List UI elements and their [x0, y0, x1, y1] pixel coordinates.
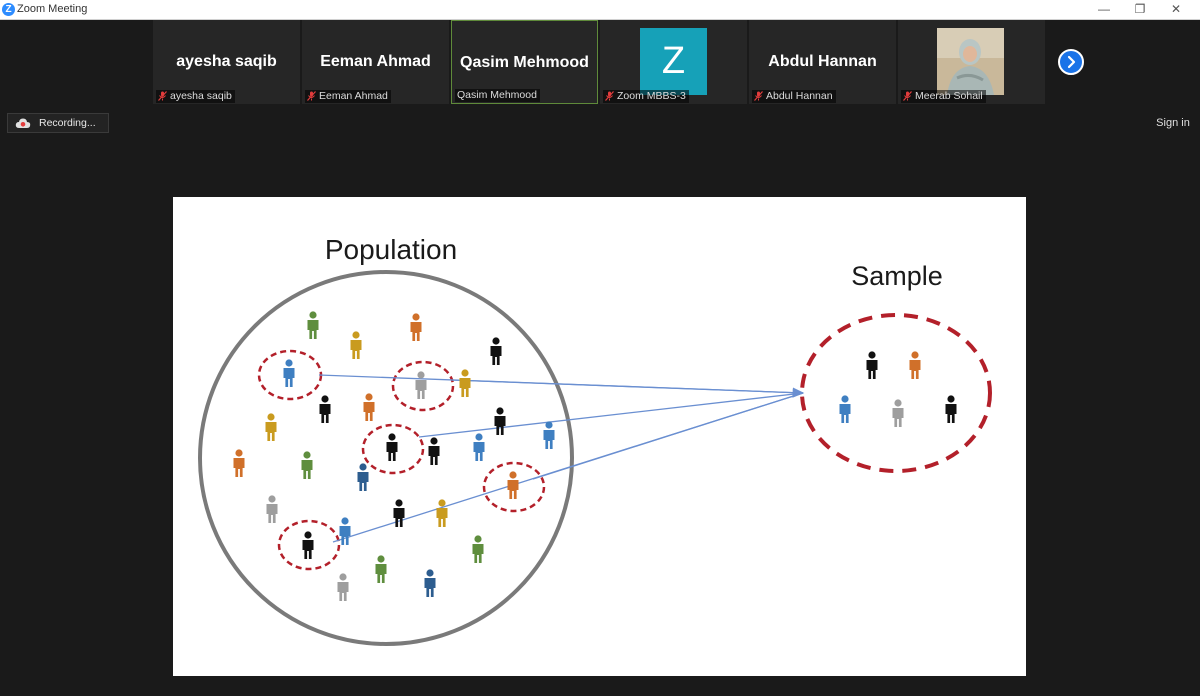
- participant-label-text: Qasim Mehmood: [457, 89, 537, 101]
- next-participants-button[interactable]: [1058, 49, 1084, 75]
- person-icon: [866, 351, 878, 379]
- participant-tile-ayesha-saqib[interactable]: ayesha saqib ayesha saqib: [153, 20, 300, 104]
- mic-muted-icon: [903, 91, 912, 102]
- participant-label: Eeman Ahmad: [305, 90, 391, 103]
- participant-label-text: Meerab Sohail: [915, 90, 983, 102]
- person-icon: [363, 393, 375, 421]
- person-icon: [494, 407, 506, 435]
- population-title: Population: [325, 234, 457, 265]
- person-icon: [459, 369, 471, 397]
- participant-label-text: Eeman Ahmad: [319, 90, 388, 102]
- close-icon[interactable]: ✕: [1160, 0, 1192, 19]
- person-icon: [436, 499, 448, 527]
- sample-title: Sample: [851, 261, 943, 291]
- participant-label: Qasim Mehmood: [455, 89, 540, 102]
- person-icon: [375, 555, 387, 583]
- participant-label: Meerab Sohail: [901, 90, 986, 103]
- sample-circle: [800, 313, 992, 473]
- person-icon: [507, 471, 519, 499]
- shared-screen: Population Sample: [173, 197, 1026, 676]
- person-icon: [424, 569, 436, 597]
- population-circle: [198, 270, 574, 646]
- sample-people: [839, 351, 957, 427]
- person-icon: [302, 531, 314, 559]
- person-icon: [945, 395, 957, 423]
- arrow: [450, 379, 804, 394]
- participant-label: Zoom MBBS-3: [603, 90, 689, 103]
- person-icon: [490, 337, 502, 365]
- person-icon: [892, 399, 904, 427]
- participant-tile-eeman-ahmad[interactable]: Eeman Ahmad Eeman Ahmad: [302, 20, 449, 104]
- population-people: [233, 311, 555, 601]
- avatar: Z: [640, 28, 707, 95]
- participant-tile-meerab-sohail[interactable]: Meerab Sohail: [898, 20, 1045, 104]
- person-icon: [337, 573, 349, 601]
- participant-label: ayesha saqib: [156, 90, 235, 103]
- mic-muted-icon: [605, 91, 614, 102]
- profile-photo: [937, 28, 1004, 95]
- mic-muted-icon: [307, 91, 316, 102]
- person-icon: [410, 313, 422, 341]
- person-icon: [357, 463, 369, 491]
- participant-tile-abdul-hannan[interactable]: Abdul Hannan Abdul Hannan: [749, 20, 896, 104]
- participant-label: Abdul Hannan: [752, 90, 836, 103]
- sign-in-button[interactable]: Sign in: [1150, 113, 1196, 133]
- mic-muted-icon: [158, 91, 167, 102]
- person-icon: [543, 421, 555, 449]
- person-icon: [339, 517, 351, 545]
- person-icon: [233, 449, 245, 477]
- participant-tile-qasim-mehmood[interactable]: Qasim Mehmood Qasim Mehmood: [451, 20, 598, 104]
- recording-label: Recording...: [39, 117, 96, 129]
- person-icon: [266, 495, 278, 523]
- person-icon: [283, 359, 295, 387]
- person-icon: [428, 437, 440, 465]
- participant-label-text: Zoom MBBS-3: [617, 90, 686, 102]
- chevron-right-icon: [1067, 55, 1076, 69]
- participant-name: Abdul Hannan: [768, 53, 877, 70]
- participant-tile-zoom-mbbs-3[interactable]: Z Zoom MBBS-3: [600, 20, 747, 104]
- zoom-logo-icon: Z: [2, 3, 15, 16]
- person-icon: [472, 535, 484, 563]
- recording-indicator[interactable]: Recording...: [7, 113, 109, 133]
- window-title: Zoom Meeting: [17, 3, 88, 15]
- participant-strip: ayesha saqib ayesha saqib Eeman Ahmad Ee…: [0, 20, 1200, 106]
- mic-muted-icon: [754, 91, 763, 102]
- person-icon: [319, 395, 331, 423]
- participant-name: Qasim Mehmood: [460, 54, 589, 71]
- participant-name: ayesha saqib: [176, 53, 277, 70]
- person-icon: [473, 433, 485, 461]
- population-sample-diagram: Population Sample: [198, 234, 992, 646]
- person-icon: [839, 395, 851, 423]
- person-icon: [350, 331, 362, 359]
- participant-label-text: Abdul Hannan: [766, 90, 833, 102]
- person-icon: [415, 371, 427, 399]
- participant-label-text: ayesha saqib: [170, 90, 232, 102]
- person-icon: [307, 311, 319, 339]
- cloud-recording-icon: [15, 118, 31, 128]
- participant-name: Eeman Ahmad: [320, 53, 431, 70]
- restore-icon[interactable]: ❐: [1124, 0, 1156, 19]
- arrow: [418, 392, 804, 438]
- title-bar: Z Zoom Meeting — ❐ ✕: [0, 0, 1200, 20]
- person-icon: [265, 413, 277, 441]
- person-icon: [386, 433, 398, 461]
- minimize-icon[interactable]: —: [1088, 0, 1120, 19]
- person-icon: [909, 351, 921, 379]
- person-icon: [301, 451, 313, 479]
